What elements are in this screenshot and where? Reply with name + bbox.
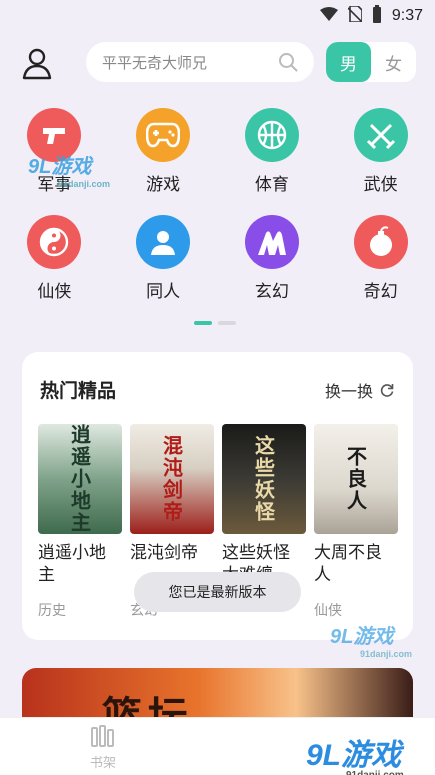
page-dot (218, 321, 236, 325)
book-title: 逍遥小地主 (38, 543, 106, 585)
watermark-logo: 9L游戏 91danji.com (300, 730, 410, 775)
bookshelf-icon (91, 725, 114, 747)
gender-female-tab[interactable]: 女 (371, 42, 416, 82)
category-label: 同人 (146, 282, 181, 302)
toast-message: 您已是最新版本 (134, 572, 301, 612)
watermark-text: 9L游戏 (28, 156, 92, 178)
watermark-logo: 9L游戏 91danji.com (28, 150, 110, 189)
watermark-logo: 9L游戏 91danji.com (330, 620, 412, 659)
category-label: 游戏 (146, 175, 181, 195)
category-youxi[interactable]: 游戏 (109, 108, 218, 195)
book-cover: 这些妖怪 (222, 424, 306, 534)
search-placeholder: 平平无奇大师兄 (102, 53, 208, 72)
crossed-swords-icon (353, 108, 408, 162)
section-title: 热门精品 (40, 380, 117, 402)
watermark-url: 91danji.com (346, 770, 404, 775)
book-cover: 混沌剑帝 (130, 424, 214, 534)
person-icon (136, 215, 191, 269)
book-item[interactable]: 逍遥小地主 逍遥小地主 历史 (38, 424, 122, 620)
search-icon (279, 53, 298, 72)
watermark-text: 9L游戏 (306, 739, 402, 772)
user-icon (22, 48, 52, 80)
user-profile-button[interactable] (20, 46, 54, 80)
book-title: 大周不良人 (314, 543, 382, 585)
header: 平平无奇大师兄 男 女 (0, 40, 435, 86)
search-input[interactable]: 平平无奇大师兄 (86, 42, 314, 82)
category-label: 仙侠 (37, 282, 72, 302)
refresh-button[interactable]: 换一换 (325, 378, 395, 402)
category-qihuan[interactable]: 奇幻 (326, 215, 435, 302)
tab-label: 书架 (90, 756, 117, 771)
book-item[interactable]: 不良人 大周不良人 仙侠 (314, 424, 398, 620)
book-cover: 不良人 (314, 424, 398, 534)
gender-male-tab[interactable]: 男 (326, 42, 371, 82)
book-category: 历史 (38, 603, 66, 619)
basketball-icon (244, 108, 299, 162)
status-bar: 9:37 (0, 0, 435, 32)
category-wuxia[interactable]: 武侠 (326, 108, 435, 195)
book-category: 仙侠 (314, 603, 342, 619)
category-tongren[interactable]: 同人 (109, 215, 218, 302)
page-indicator (194, 321, 236, 325)
battery-icon (372, 5, 382, 27)
page-dot-active (194, 321, 212, 325)
refresh-icon (380, 384, 394, 397)
watermark-url: 91danji.com (360, 649, 413, 659)
gamepad-icon (136, 108, 191, 162)
category-label: 体育 (254, 175, 289, 195)
watermark-url: 91danji.com (58, 179, 111, 189)
no-sim-icon (347, 5, 363, 26)
clock: 9:37 (391, 7, 423, 24)
gender-toggle: 男 女 (326, 42, 416, 82)
watermark-text: 9L游戏 (330, 626, 394, 648)
tab-bookshelf[interactable]: 书架 (90, 724, 116, 771)
refresh-label: 换一换 (324, 382, 373, 401)
wifi-icon (319, 7, 338, 25)
category-label: 奇幻 (363, 282, 398, 302)
category-tiyu[interactable]: 体育 (218, 108, 327, 195)
yin-yang-icon (27, 215, 82, 269)
mountain-icon (244, 215, 299, 269)
category-label: 武侠 (363, 175, 398, 195)
category-xianxia[interactable]: 仙侠 (0, 215, 109, 302)
category-label: 玄幻 (254, 282, 289, 302)
book-cover: 逍遥小地主 (38, 424, 122, 534)
bomb-icon (353, 215, 408, 269)
category-xuanhuan[interactable]: 玄幻 (218, 215, 327, 302)
category-grid: 军事 游戏 体育 武侠 仙侠 同人 玄幻 奇幻 (0, 108, 435, 302)
